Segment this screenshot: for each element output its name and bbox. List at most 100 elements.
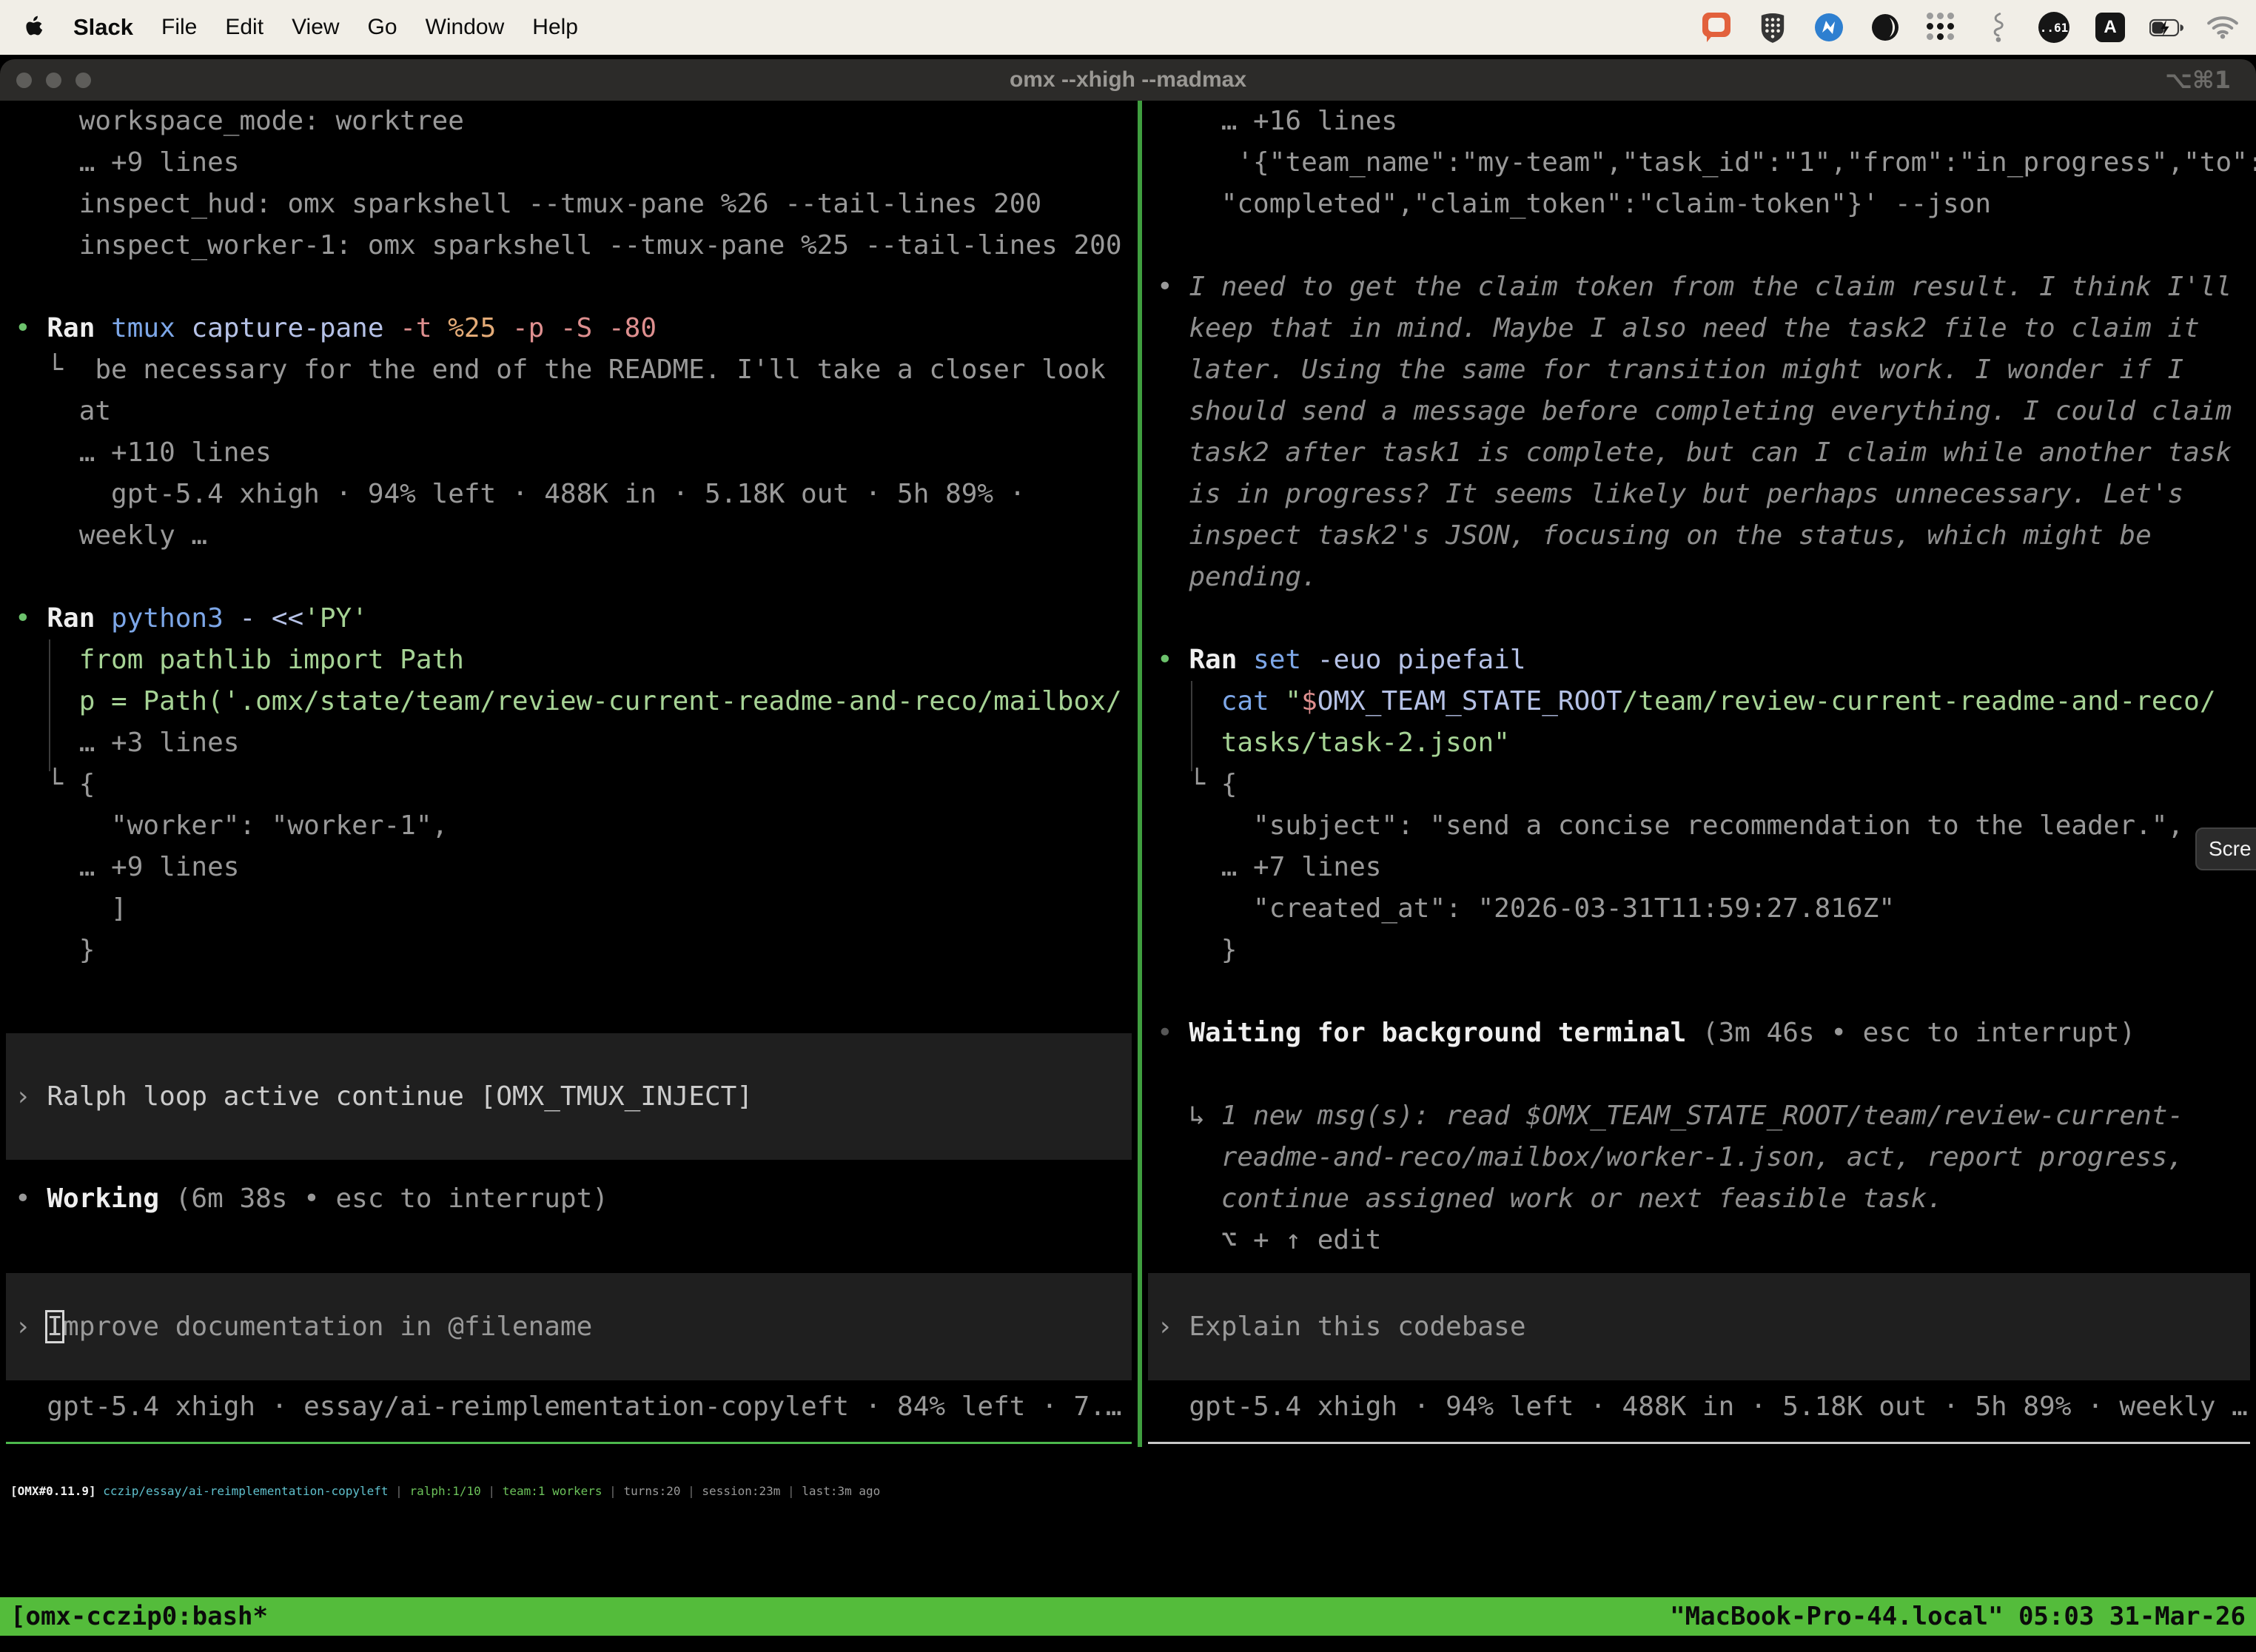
screen-recording-icon[interactable] (1699, 10, 1733, 44)
spark-badge-icon[interactable] (1812, 10, 1846, 44)
terminal-line: at (0, 391, 1138, 432)
terminal-pane-right[interactable]: … +16 lines '{"team_name":"my-team","tas… (1142, 101, 2256, 1447)
text-span: turns:20 (623, 1484, 680, 1498)
menu-item-edit[interactable]: Edit (225, 15, 263, 40)
text-span: last:3m ago (802, 1484, 880, 1498)
terminal-line: ↳ 1 new msg(s): read $OMX_TEAM_STATE_ROO… (1142, 1095, 2256, 1137)
keyboard-layout-icon[interactable]: A (2093, 10, 2127, 44)
zoom-button[interactable] (75, 73, 91, 88)
menu-item-go[interactable]: Go (368, 15, 397, 40)
text-span: task2 after task1 is complete, but can I… (1157, 437, 2232, 468)
crescent-disc-icon[interactable] (1868, 10, 1902, 44)
tmux-status-bar: [omx-cczip0:bash* "MacBook-Pro-44.local"… (0, 1597, 2256, 1636)
menu-item-file[interactable]: File (161, 15, 197, 40)
menu-app-name[interactable]: Slack (73, 14, 133, 41)
terminal-line: • Waiting for background terminal (3m 46… (1142, 1013, 2256, 1054)
terminal-line: "created_at": "2026-03-31T11:59:27.816Z" (1142, 888, 2256, 930)
terminal-line: • Ran tmux capture-pane -t %25 -p -S -80 (0, 308, 1138, 349)
omx-status-strip: [OMX#0.11.9] cczip/essay/ai-reimplementa… (0, 1447, 2256, 1597)
text-span (1157, 686, 1221, 716)
menu-item-help[interactable]: Help (532, 15, 578, 40)
text-span: " (1285, 686, 1301, 716)
text-span: [OMX#0.11.9] (10, 1484, 96, 1498)
terminal-line: gpt-5.4 xhigh · 94% left · 488K in · 5.1… (0, 474, 1138, 515)
text-span: readme-and-reco/mailbox/worker-1.json, a… (1157, 1142, 2183, 1172)
text-span: 1 new msg(s): read $OMX_TEAM_STATE_ROOT/… (1221, 1101, 2183, 1131)
text-span: workspace_mode: worktree (15, 106, 464, 136)
terminal-line: } (1142, 930, 2256, 971)
terminal-line: └ be necessary for the end of the README… (0, 349, 1138, 391)
wifi-icon[interactable] (2206, 10, 2240, 44)
text-span: | (389, 1484, 410, 1498)
omx-status-line: [OMX#0.11.9] cczip/essay/ai-reimplementa… (0, 1447, 2256, 1512)
text-span: -t (400, 313, 448, 343)
terminal-line: "completed","claim_token":"claim-token"}… (1142, 184, 2256, 225)
text-span: … +7 lines (1157, 852, 1381, 882)
prompt-line: › Ralph loop active continue [OMX_TMUX_I… (6, 1076, 1132, 1118)
text-span: from pathlib import Path (15, 645, 464, 675)
terminal-line: └ { (0, 764, 1138, 805)
text-span: - (239, 603, 271, 634)
terminal-line: … +9 lines (0, 847, 1138, 888)
text-span: (6m 38s • esc to interrupt) (159, 1183, 608, 1214)
terminal-line: ⌥ + ↑ edit (1142, 1220, 2256, 1261)
prompt-input-right[interactable]: › Explain this codebase (1148, 1273, 2250, 1380)
dots-grid-icon[interactable] (1924, 10, 1958, 44)
apple-icon[interactable] (25, 16, 45, 39)
menu-item-window[interactable]: Window (426, 15, 505, 40)
text-span: ⌥ + ↑ edit (1157, 1225, 1381, 1255)
text-span: } (15, 935, 95, 965)
text-span: Working (47, 1183, 159, 1214)
text-span: %25 (448, 313, 512, 343)
text-span: session:23m (702, 1484, 780, 1498)
close-button[interactable] (16, 73, 32, 88)
ralph-status-box[interactable]: › Ralph loop active continue [OMX_TMUX_I… (6, 1033, 1132, 1160)
minimize-button[interactable] (46, 73, 61, 88)
terminal-line: task2 after task1 is complete, but can I… (1142, 432, 2256, 474)
terminal-line: gpt-5.4 xhigh · 94% left · 488K in · 5.1… (1142, 1386, 2256, 1428)
text-span: keep that in mind. Maybe I also need the… (1157, 313, 2200, 343)
text-span: -p -S -80 (512, 313, 657, 343)
text-span: is in progress? It seems likely but perh… (1157, 479, 2183, 509)
text-span: … +9 lines (15, 147, 239, 178)
squiggle-icon[interactable] (1981, 10, 2015, 44)
terminal-line (1142, 971, 2256, 1013)
terminal-line: readme-and-reco/mailbox/worker-1.json, a… (1142, 1137, 2256, 1178)
text-span: gpt-5.4 xhigh · 94% left · 488K in · 5.1… (15, 479, 1025, 509)
macos-menu-bar: Slack File Edit View Go Window Help ..61 A (0, 0, 2256, 55)
menu-item-view[interactable]: View (292, 15, 339, 40)
grid-shield-icon[interactable] (1756, 10, 1790, 44)
terminal-line: … +7 lines (1142, 847, 2256, 888)
text-span: (3m 46s • esc to interrupt) (1686, 1018, 2135, 1048)
battery-icon[interactable] (2149, 10, 2183, 44)
text-span: cat (1221, 686, 1286, 716)
text-span: › (1157, 1312, 1189, 1342)
text-span: | (780, 1484, 802, 1498)
terminal-line: … +110 lines (0, 432, 1138, 474)
terminal-line: inspect task2's JSON, focusing on the st… (1142, 515, 2256, 557)
terminal-line: ] (0, 888, 1138, 930)
terminal-line: tasks/task-2.json" (1142, 722, 2256, 764)
text-span: Ran (1189, 645, 1253, 675)
text-span: | (681, 1484, 702, 1498)
text-span: "created_at": "2026-03-31T11:59:27.816Z" (1157, 893, 1895, 924)
text-span: Ran (47, 603, 111, 634)
prompt-input-left[interactable]: › Improve documentation in @filename (6, 1273, 1132, 1380)
text-span: inspect_hud: omx sparkshell --tmux-pane … (15, 189, 1041, 219)
text-span: pending. (1157, 562, 1317, 592)
window-title-bar[interactable]: omx --xhigh --madmax ⌥⌘1 (0, 59, 2256, 101)
text-span: python3 (111, 603, 239, 634)
text-span: └ { (15, 769, 95, 799)
terminal-line: p = Path('.omx/state/team/review-current… (0, 681, 1138, 722)
terminal-line: … +9 lines (0, 142, 1138, 184)
text-span: OMX_TEAM_STATE_ROOT (1317, 686, 1622, 716)
terminal-line: } (0, 930, 1138, 971)
text-span: -euo pipefail (1317, 645, 1526, 675)
text-span: ↳ (1157, 1101, 1221, 1131)
text-span: Ralph loop active continue [OMX_TMUX_INJ… (47, 1081, 753, 1112)
text-span: • (1157, 272, 1189, 302)
text-span: • (15, 313, 47, 343)
text-span: '{"team_name":"my-team","task_id":"1","f… (1157, 147, 2256, 178)
count-badge-icon[interactable]: ..61 (2037, 10, 2071, 44)
terminal-pane-left[interactable]: workspace_mode: worktree … +9 lines insp… (0, 101, 1138, 1447)
